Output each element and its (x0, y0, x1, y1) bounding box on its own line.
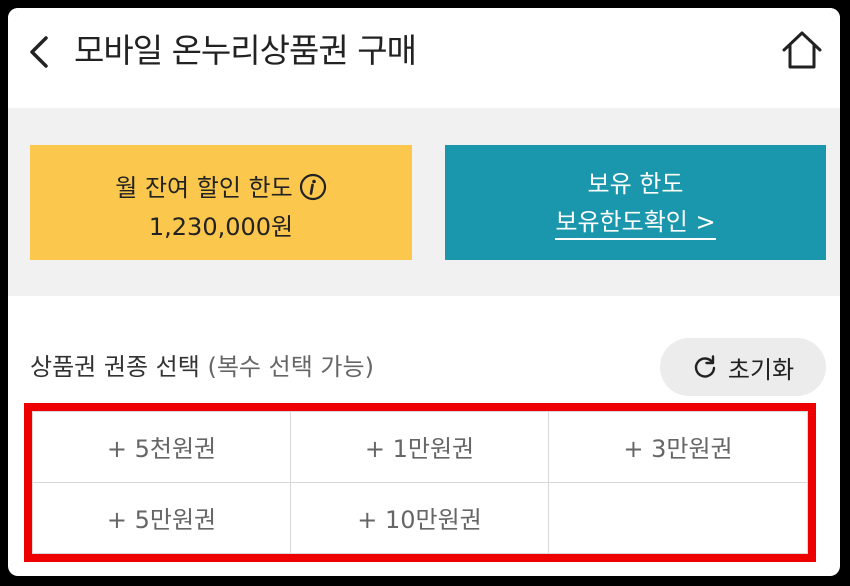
voucher-type-label: 상품권 권종 선택 (복수 선택 가능) (30, 350, 374, 384)
app-screen: 모바일 온누리상품권 구매 월 잔여 할인 한도 1,230,000원 보유 한… (8, 8, 840, 576)
voucher-50k-button[interactable]: + 5만원권 (33, 482, 291, 553)
top-header: 모바일 온누리상품권 구매 (8, 8, 840, 108)
limit-label: 월 잔여 할인 한도 (115, 174, 293, 202)
voucher-100k-button[interactable]: + 10만원권 (291, 482, 549, 553)
voucher-30k-button[interactable]: + 3만원권 (549, 412, 807, 483)
multi-select-note: (복수 선택 가능) (207, 353, 374, 381)
voucher-options-grid: + 5천원권 + 1만원권 + 3만원권 + 5만원권 + 10만원권 (32, 411, 808, 554)
voucher-type-title: 상품권 권종 선택 (30, 353, 200, 381)
home-icon[interactable] (780, 28, 824, 72)
info-icon[interactable] (299, 173, 327, 201)
holding-limit-card: 보유 한도 보유한도확인 > (445, 145, 826, 260)
chevron-left-icon[interactable] (24, 30, 54, 74)
reset-button[interactable]: 초기화 (660, 338, 826, 396)
check-holding-limit-link[interactable]: 보유한도확인 > (555, 207, 716, 240)
refresh-icon (694, 355, 716, 378)
limit-amount: 1,230,000원 (148, 213, 294, 241)
monthly-discount-limit-card: 월 잔여 할인 한도 1,230,000원 (30, 145, 412, 260)
page-title: 모바일 온누리상품권 구매 (74, 31, 417, 70)
voucher-5k-button[interactable]: + 5천원권 (33, 412, 291, 483)
voucher-10k-button[interactable]: + 1만원권 (291, 412, 549, 483)
limit-band: 월 잔여 할인 한도 1,230,000원 보유 한도 보유한도확인 > (8, 108, 840, 296)
hold-label: 보유 한도 (587, 170, 684, 198)
voucher-options-highlight: + 5천원권 + 1만원권 + 3만원권 + 5만원권 + 10만원권 (24, 403, 816, 562)
reset-label: 초기화 (727, 355, 795, 384)
empty-cell (549, 483, 807, 554)
